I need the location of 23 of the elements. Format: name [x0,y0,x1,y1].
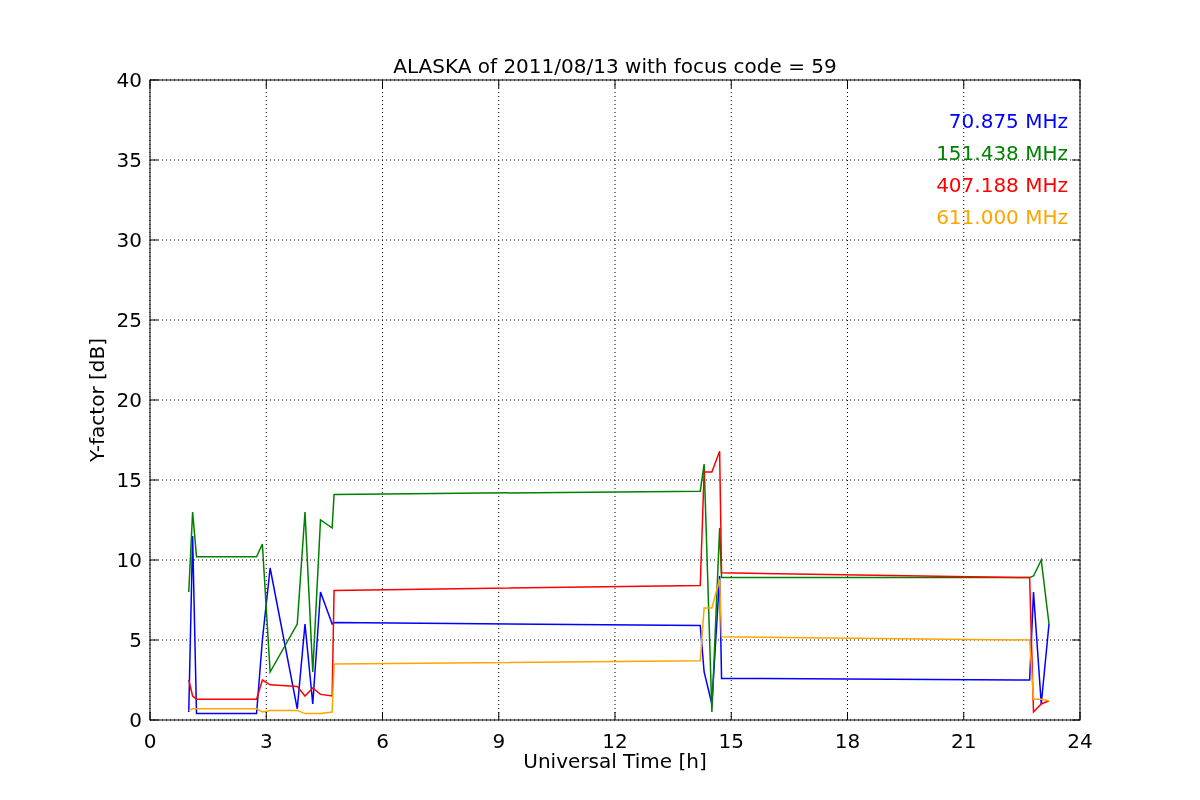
chart-title: ALASKA of 2011/08/13 with focus code = 59 [393,54,837,78]
x-tick-label: 18 [834,729,861,753]
y-tick-label: 40 [116,68,142,92]
x-tick-label: 21 [951,729,977,753]
x-tick-label: 15 [718,729,744,753]
y-tick-label: 15 [116,468,142,492]
y-tick-label: 0 [129,708,142,732]
x-tick-label: 3 [259,729,273,753]
y-tick-label: 35 [116,148,142,172]
legend-label: 407.188 MHz [936,173,1068,197]
x-tick-label: 24 [1067,729,1093,753]
y-axis-label: Y-factor [dB] [85,338,109,462]
x-tick-label: 9 [492,729,506,753]
legend-label: 151.438 MHz [936,141,1068,165]
y-tick-label: 10 [116,548,142,572]
legend-label: 611.000 MHz [936,205,1068,229]
x-tick-label: 0 [143,729,157,753]
y-tick-label: 5 [129,628,142,652]
legend-label: 70.875 MHz [948,109,1068,133]
x-tick-label: 6 [376,729,389,753]
y-tick-label: 30 [116,228,142,252]
y-tick-label: 20 [116,388,142,412]
y-tick-label: 25 [116,308,142,332]
